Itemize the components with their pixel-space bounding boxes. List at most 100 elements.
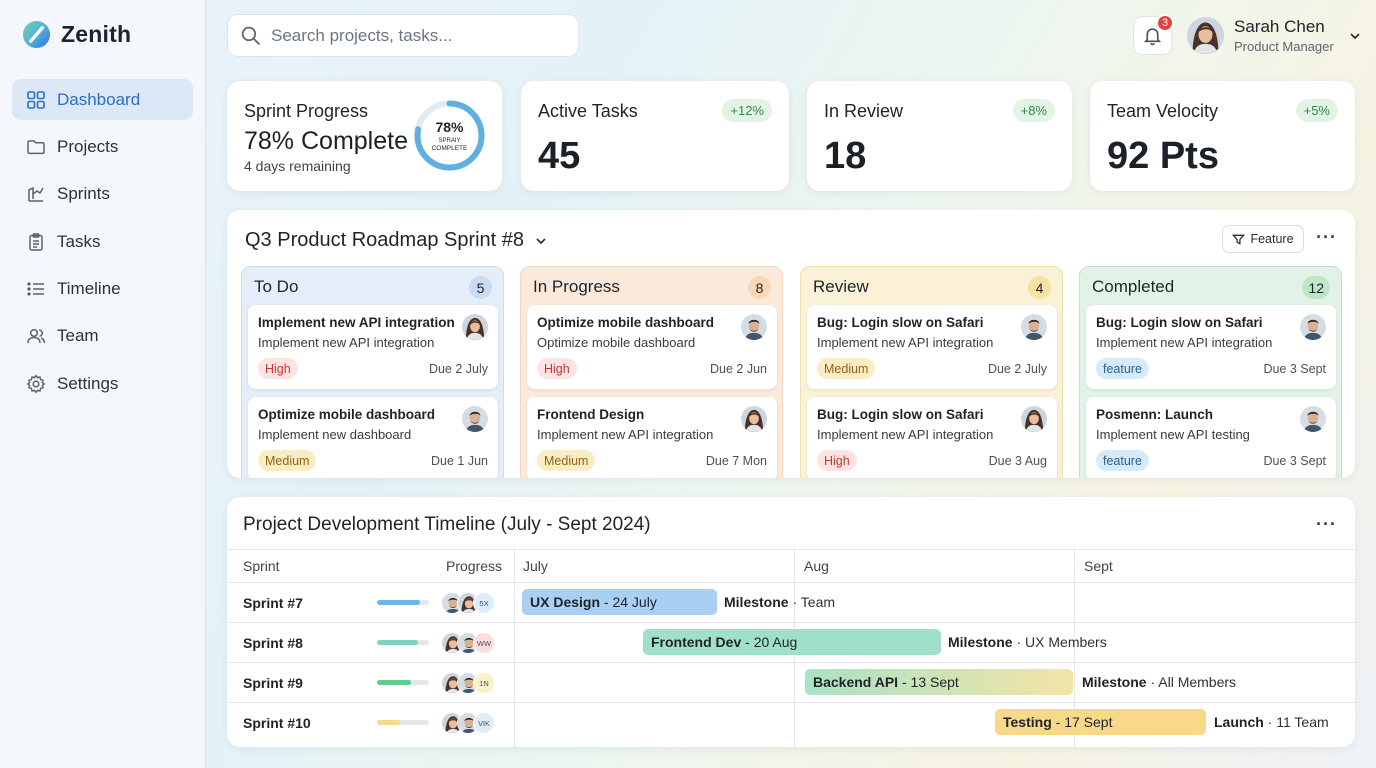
priority-tag: High (537, 358, 577, 379)
task-title: Optimize mobile dashboard (537, 315, 715, 330)
gantt-bar-date: 24 July (612, 594, 657, 610)
active-tasks-title: Active Tasks (538, 101, 638, 121)
in-review-title: In Review (824, 101, 904, 121)
gantt-bar[interactable]: Backend API - 13 Sept (805, 669, 1073, 695)
task-card[interactable]: Frontend Design Implement new API integr… (527, 397, 777, 478)
task-description: Implement new API integration (817, 335, 994, 350)
task-title: Posmenn: Launch (1096, 407, 1214, 422)
timeline-more-button[interactable]: ··· (1316, 514, 1337, 535)
sidebar-item-timeline[interactable]: Timeline (12, 269, 193, 310)
task-card[interactable]: Implement new API integration Implement … (248, 305, 498, 389)
task-card[interactable]: Bug: Login slow on Safari Implement new … (807, 305, 1057, 389)
sprint-progress-bar (377, 600, 429, 605)
avatar (462, 314, 488, 340)
clipboard-icon (26, 232, 46, 252)
chevron-down-icon[interactable] (1348, 29, 1362, 43)
gantt-bar[interactable]: UX Design - 24 July (522, 589, 717, 615)
search-bar[interactable] (227, 14, 579, 57)
gantt-bar[interactable]: Frontend Dev - 20 Aug (643, 629, 941, 655)
team-velocity-value: 92 Pts (1107, 135, 1219, 177)
column-header-sprint: Sprint (243, 558, 280, 574)
task-due-date: Due 7 Mon (705, 454, 767, 468)
sidebar-item-label: Tasks (57, 231, 101, 251)
task-title: Bug: Login slow on Safari (1096, 315, 1263, 330)
task-due-date: Due 2 July (987, 362, 1047, 376)
folder-icon (26, 137, 46, 157)
task-description: Implement new API integration (537, 427, 714, 442)
sprint-progress-ring: 78% SPRAIY COMPLETE (414, 100, 485, 171)
gantt-bar-date: 13 Sept (910, 674, 959, 690)
column-title: Review (813, 277, 869, 296)
more-members-badge: WW (473, 632, 495, 654)
task-card[interactable]: Optimize mobile dashboard Optimize mobil… (527, 305, 777, 389)
avatar (1021, 314, 1047, 340)
board-title-dropdown[interactable]: Q3 Product Roadmap Sprint #8 (245, 229, 548, 252)
column-count-badge: 4 (1028, 276, 1051, 299)
list-icon (26, 279, 46, 299)
column-completed: Completed 12 Bug: Login slow on Safari I… (1079, 266, 1342, 478)
task-card[interactable]: Posmenn: Launch Implement new API testin… (1086, 397, 1336, 478)
feature-filter-button[interactable]: Feature (1222, 225, 1304, 253)
task-due-date: Due 2 Jun (710, 362, 767, 376)
search-input[interactable] (271, 25, 561, 46)
task-card[interactable]: Optimize mobile dashboard Implement new … (248, 397, 498, 478)
sidebar-item-settings[interactable]: Settings (12, 363, 193, 404)
priority-tag: Medium (258, 450, 317, 471)
in-review-value: 18 (824, 135, 867, 177)
grid-icon (26, 90, 46, 110)
column-count-badge: 12 (1302, 276, 1330, 299)
type-tag: feature (1096, 358, 1149, 379)
brand[interactable]: Zenith (22, 20, 131, 49)
task-card[interactable]: Bug: Login slow on Safari Implement new … (807, 397, 1057, 478)
sidebar: Zenith Dashboard Projects Sprints Tasks (0, 0, 206, 768)
column-header-july: July (523, 558, 548, 574)
sidebar-item-label: Settings (57, 373, 119, 393)
brand-name: Zenith (61, 21, 132, 47)
task-card[interactable]: Bug: Login slow on Safari Implement new … (1086, 305, 1336, 389)
sidebar-item-projects[interactable]: Projects (12, 126, 193, 167)
sidebar-item-label: Sprints (57, 184, 110, 204)
sidebar-item-tasks[interactable]: Tasks (12, 221, 193, 262)
task-due-date: Due 2 July (428, 362, 488, 376)
avatar-stack: VIK (441, 712, 495, 734)
task-title: Frontend Design (537, 407, 645, 422)
priority-tag: Medium (817, 358, 876, 379)
board-more-button[interactable]: ··· (1316, 227, 1337, 248)
task-description: Optimize mobile dashboard (537, 335, 696, 350)
sprint-progress-value: 78% Complete (244, 127, 408, 155)
avatar (462, 406, 488, 432)
sidebar-item-sprints[interactable]: Sprints (12, 174, 193, 215)
column-title: Completed (1092, 277, 1175, 296)
user-profile-menu[interactable]: Sarah Chen Product Manager (1187, 17, 1362, 54)
sprint-progress-title: Sprint Progress (244, 101, 369, 121)
gantt-bar-date: 17 Sept (1064, 714, 1113, 730)
task-description: Implement new API integration (1096, 335, 1273, 350)
gantt-bar[interactable]: Testing - 17 Sept (995, 709, 1206, 735)
sidebar-item-dashboard[interactable]: Dashboard (12, 79, 193, 120)
column-review: Review 4 Bug: Login slow on Safari Imple… (800, 266, 1063, 478)
ring-caption-line1: SPRAIY (438, 138, 460, 144)
sidebar-item-label: Projects (57, 136, 119, 156)
avatar (741, 314, 767, 340)
notification-count-badge: 3 (1156, 14, 1174, 32)
avatar-stack: WW (441, 632, 495, 654)
gantt-bar-date: 20 Aug (753, 634, 798, 650)
task-title: Optimize mobile dashboard (258, 407, 436, 422)
task-description: Implement new API integration (258, 335, 435, 350)
sprint-name: Sprint #10 (243, 715, 311, 731)
notifications-button[interactable]: 3 (1133, 14, 1174, 55)
search-icon (241, 26, 260, 45)
more-members-badge: VIK (473, 712, 495, 734)
column-title: To Do (254, 277, 299, 296)
team-velocity-card: Team Velocity +5% 92 Pts (1090, 81, 1355, 191)
task-description: Implement new API integration (817, 427, 994, 442)
task-due-date: Due 3 Sept (1263, 454, 1326, 468)
users-icon (26, 326, 46, 346)
kanban-board: Q3 Product Roadmap Sprint #8 Feature ···… (227, 210, 1355, 478)
task-due-date: Due 3 Sept (1263, 362, 1326, 376)
task-title: Implement new API integration (258, 315, 455, 330)
avatar-stack: 1N (441, 672, 495, 694)
task-description: Implement new dashboard (258, 427, 412, 442)
avatar (1300, 314, 1326, 340)
sidebar-item-team[interactable]: Team (12, 316, 193, 357)
